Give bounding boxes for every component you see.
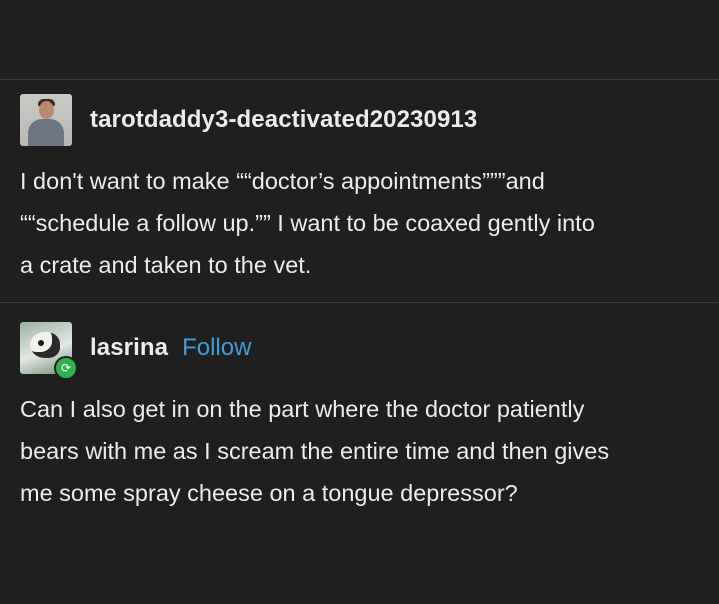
follow-button[interactable]: Follow: [182, 334, 251, 362]
avatar-head: [39, 101, 54, 119]
post-reblog: ⟳ lasrina Follow Can I also get in on th…: [20, 320, 700, 514]
avatar-animal: [30, 332, 60, 358]
avatar[interactable]: [20, 94, 72, 146]
avatar-eye: [38, 340, 44, 346]
top-divider: [0, 79, 719, 80]
avatar-body: [28, 119, 64, 146]
post-header: ⟳ lasrina Follow: [20, 320, 700, 380]
post-text: Can I also get in on the part where the …: [20, 396, 610, 506]
username[interactable]: lasrina: [90, 334, 168, 362]
avatar[interactable]: ⟳: [20, 322, 78, 380]
post-original: tarotdaddy3-deactivated20230913 I don't …: [20, 92, 700, 286]
post-header: tarotdaddy3-deactivated20230913: [20, 92, 700, 148]
post-divider: [0, 302, 719, 303]
post-text: I don't want to make ““doctor’s appointm…: [20, 168, 595, 278]
username[interactable]: tarotdaddy3-deactivated20230913: [90, 106, 477, 134]
reblog-icon: ⟳: [54, 356, 78, 380]
